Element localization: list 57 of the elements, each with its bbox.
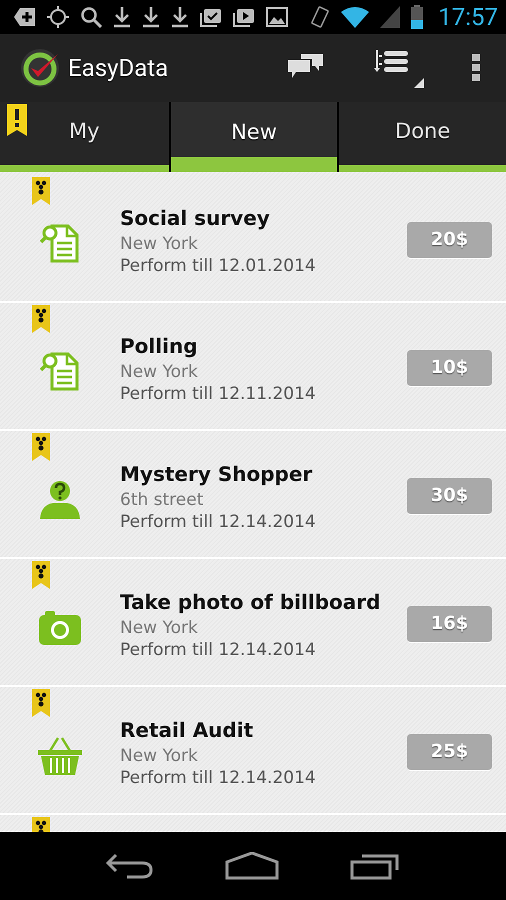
task-deadline: Perform till 12.11.2014 — [120, 384, 317, 404]
shopping-basket-icon — [38, 735, 82, 775]
price-tag: 16$ — [407, 606, 492, 642]
camera-icon — [39, 609, 81, 645]
bookmark-ribbon-icon — [32, 433, 50, 461]
wifi-icon — [341, 6, 370, 28]
document-search-icon — [40, 351, 80, 391]
home-icon — [224, 852, 279, 880]
clipboard-check-icon — [200, 7, 222, 27]
back-icon — [106, 853, 154, 879]
price-tag: 25$ — [407, 734, 492, 770]
price-tag: 20$ — [407, 222, 492, 258]
task-deadline: Perform till 12.01.2014 — [120, 256, 317, 276]
task-location: 6th street — [120, 490, 204, 510]
document-search-icon — [40, 223, 80, 263]
download-icon — [171, 6, 189, 28]
recent-apps-icon — [350, 852, 400, 880]
task-deadline: Perform till 12.14.2014 — [120, 640, 317, 660]
tab[interactable]: New — [168, 102, 338, 172]
task-deadline: Perform till 12.14.2014 — [120, 768, 317, 788]
back-button[interactable] — [106, 853, 154, 879]
list-sort-icon — [374, 48, 424, 88]
download-icon — [142, 6, 160, 28]
bookmark-ribbon-icon — [32, 561, 50, 589]
task-location: New York — [120, 362, 199, 382]
task-title: Social survey — [120, 206, 271, 230]
tab[interactable]: Done — [337, 102, 506, 172]
image-icon — [266, 7, 288, 27]
app-title: EasyData — [68, 54, 170, 82]
menu-icon — [472, 54, 480, 82]
task-location: New York — [120, 746, 199, 766]
signal-icon — [380, 6, 400, 28]
task-title: Polling — [120, 334, 199, 358]
alert-ribbon-icon — [7, 104, 27, 136]
search-icon — [80, 6, 102, 28]
app-logo — [20, 48, 60, 88]
download-icon — [113, 6, 131, 28]
task-title: Retail Audit — [120, 718, 254, 742]
task-title: Mystery Shopper — [120, 462, 314, 486]
status-time: 17:57 — [438, 3, 498, 31]
bookmark-ribbon-icon — [32, 689, 50, 717]
task-location: New York — [120, 618, 199, 638]
price-tag: 10$ — [407, 350, 492, 386]
task-title: Take photo of billboard — [120, 590, 382, 614]
person-question-icon — [39, 479, 81, 519]
crosshair-icon — [47, 6, 69, 28]
task-location: New York — [120, 234, 199, 254]
battery-icon — [411, 5, 424, 29]
home-button[interactable] — [224, 852, 279, 880]
bookmark-ribbon-icon — [32, 305, 50, 333]
rotation-icon — [310, 5, 330, 29]
add-icon — [14, 7, 36, 27]
video-icon — [233, 7, 255, 27]
recent-apps-button[interactable] — [350, 852, 400, 880]
bookmark-ribbon-icon — [32, 177, 50, 205]
price-tag: 30$ — [407, 478, 492, 514]
task-deadline: Perform till 12.14.2014 — [120, 512, 317, 532]
